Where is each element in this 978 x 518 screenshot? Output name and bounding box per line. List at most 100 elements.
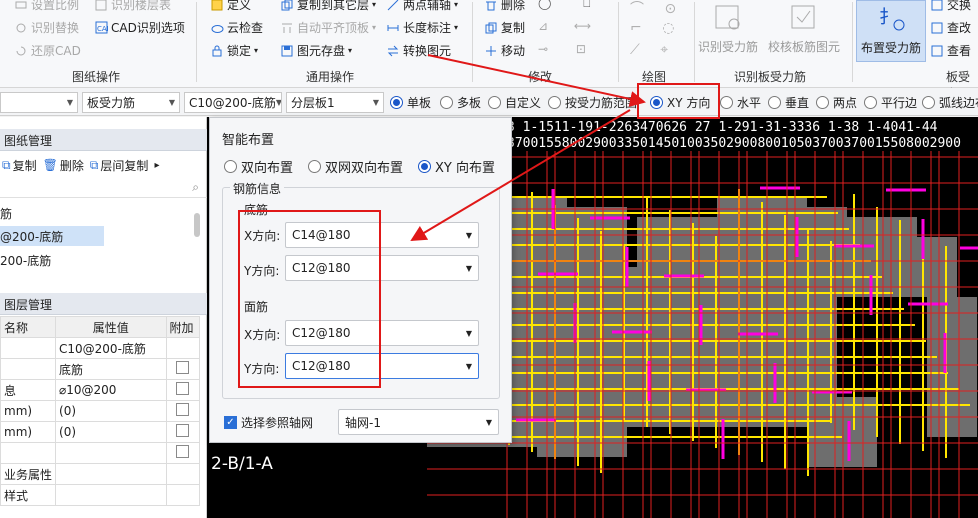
identify-rebar-icon — [710, 0, 746, 34]
interlayer-copy-button[interactable]: ⧉ 层间复制 — [90, 157, 149, 174]
restore-cad-button[interactable]: 还原CAD — [14, 42, 81, 59]
radio-indicator — [308, 160, 321, 173]
radio-custom[interactable]: 自定义 — [488, 94, 541, 111]
lock-button[interactable]: 锁定 ▾ — [210, 42, 258, 59]
swap-rebar-button[interactable]: 交换 — [930, 0, 971, 13]
tree-item-selected[interactable]: @200-底筋 — [0, 226, 104, 246]
slab-layer-select[interactable]: 分层板1 ▼ — [286, 92, 384, 113]
radio-bidirectional[interactable]: 双向布置 — [224, 157, 293, 176]
ribbon-divider — [852, 2, 853, 82]
copy-drawing-button[interactable]: ⧉ 复制 — [2, 157, 37, 174]
radio-multi-slab[interactable]: 多板 — [440, 94, 481, 111]
copy-to-other-layer-button[interactable]: 复制到其它层 ▾ — [280, 0, 376, 13]
chevron-down-icon: ▼ — [465, 230, 472, 240]
ribbon-divider — [472, 2, 473, 82]
view-icon — [930, 44, 944, 58]
checkbox[interactable] — [176, 361, 190, 374]
checkbox[interactable] — [176, 403, 190, 416]
property-toolbar: ▼ 板受力筋 ▼ C10@200-底筋 ▼ 分层板1 ▼ 单板 多板 自定义 按受力筋… — [0, 88, 978, 116]
move-button[interactable]: 移动 — [484, 42, 525, 59]
more-icon[interactable]: ▸ — [154, 160, 159, 171]
draw-tools[interactable]: ⌒ ⊙ — [630, 0, 676, 18]
tree-item[interactable]: 筋 — [0, 203, 12, 223]
table-row[interactable]: mm) (0) — [0, 400, 201, 422]
table-row[interactable]: 底筋 — [0, 358, 201, 380]
table-row[interactable] — [0, 442, 201, 464]
lock-icon — [210, 44, 224, 58]
ribbon-divider — [196, 2, 197, 82]
annotation-box-xy-direction — [637, 83, 720, 119]
element-type-select[interactable]: 板受力筋 ▼ — [82, 92, 180, 113]
convert-element-button[interactable]: 转换图元 — [386, 42, 451, 59]
identify-rebar-button[interactable]: 识别受力筋 — [696, 0, 760, 55]
table-row[interactable]: mm) (0) — [0, 421, 201, 443]
svg-text:CAD: CAD — [97, 25, 108, 33]
checkbox[interactable] — [176, 382, 190, 395]
ref-axis-select[interactable]: 轴网-1 ▼ — [338, 409, 499, 435]
ref-axis-checkbox[interactable]: ✓ 选择参照轴网 — [224, 414, 313, 431]
radio-two-point[interactable]: 两点 — [816, 94, 857, 111]
checkbox[interactable] — [176, 445, 190, 458]
identify-replace-button[interactable]: 识别替换 — [14, 19, 79, 36]
radio-vertical[interactable]: 垂直 — [768, 94, 809, 111]
align-icon — [280, 21, 294, 35]
save-element-button[interactable]: 图元存盘 ▾ — [280, 42, 352, 59]
length-dimension-button[interactable]: 长度标注 ▾ — [386, 19, 458, 36]
table-row[interactable]: 样式 — [0, 484, 201, 506]
left-panel: 图纸管理 ⧉ 复制 🗑 删除 ⧉ 层间复制 ▸ ⌕ 筋 @200-底筋 200-底筋 … — [0, 117, 207, 518]
cloud-check-button[interactable]: 云检查 — [210, 19, 263, 36]
slab-region — [897, 237, 957, 297]
radio-indicator — [720, 96, 733, 109]
group-label-identify-rebar: 识别板受力筋 — [734, 70, 807, 84]
element-name-select[interactable]: C10@200-底筋 ▼ — [184, 92, 282, 113]
radio-parallel-edge[interactable]: 平行边 — [864, 94, 917, 111]
radio-indicator — [864, 96, 877, 109]
view-rebar-button[interactable]: 查看 — [930, 42, 971, 59]
auto-align-top-button[interactable]: 自动平齐顶板 ▾ — [280, 19, 376, 36]
verify-rebar-icon — [786, 0, 822, 34]
copy-button[interactable]: 复制 — [484, 19, 525, 36]
radio-single-slab[interactable]: 单板 — [390, 94, 431, 111]
axis-labels: 3 1-1511-191-2263470626 27 1-291-31-3336… — [507, 120, 938, 135]
verify-rebar-button[interactable]: 校核板筋图元 — [764, 0, 844, 55]
radio-xy-layout[interactable]: XY 向布置 — [418, 157, 495, 176]
identify-floor-table-button[interactable]: 识别楼层表 — [94, 0, 171, 13]
cad-options-button[interactable]: CAD CAD识别选项 — [94, 19, 185, 36]
draw-tools-3[interactable]: ⟋ ⌖ — [630, 42, 668, 58]
chevron-down-icon: ▾ — [254, 46, 259, 55]
chevron-down-icon: ▼ — [66, 98, 73, 107]
radio-double-net[interactable]: 双网双向布置 — [308, 157, 403, 176]
edit-rebar-button[interactable]: 查改 — [930, 19, 971, 36]
layer-select[interactable]: ▼ — [0, 92, 78, 113]
tree-search[interactable]: ⌕ — [0, 178, 207, 198]
delete-drawing-button[interactable]: 🗑 删除 — [43, 157, 84, 174]
table-row[interactable]: C10@200-底筋 — [0, 337, 201, 359]
modify-tool-icons[interactable]: ◯ ⎕ — [538, 0, 590, 11]
two-point-axis-button[interactable]: 两点辅轴 ▾ — [386, 0, 458, 13]
draw-tools-2[interactable]: ⌐ ◌ — [630, 20, 674, 36]
radio-by-rebar-range[interactable]: 按受力筋范围 — [548, 94, 637, 111]
chevron-down-icon: ▼ — [465, 361, 472, 371]
modify-tool-icons-3[interactable]: ⊸ ⊡ — [538, 42, 586, 56]
layout-rebar-button[interactable]: 扌 布置受力筋 — [856, 0, 926, 62]
radio-indicator — [390, 96, 403, 109]
radio-horizontal[interactable]: 水平 — [720, 94, 761, 111]
set-scale-button[interactable]: 设置比例 — [14, 0, 79, 13]
property-table: 名称 属性值 附加 C10@200-底筋 底筋 息 ⌀10@200 mm) (0) … — [0, 316, 201, 506]
save-icon — [280, 44, 294, 58]
table-row[interactable]: 业务属性 — [0, 463, 201, 485]
table-row[interactable]: 息 ⌀10@200 — [0, 379, 201, 401]
cloud-icon — [210, 21, 224, 35]
define-button[interactable]: 定义 — [210, 0, 251, 13]
swap-icon — [930, 0, 944, 12]
search-icon: ⌕ — [192, 180, 199, 194]
checkbox[interactable] — [176, 424, 190, 437]
tree-item[interactable]: 200-底筋 — [0, 250, 51, 270]
chevron-down-icon: ▼ — [275, 98, 282, 107]
copy-icon — [484, 21, 498, 35]
modify-tool-icons-2[interactable]: ⊿ ⟷ — [538, 19, 591, 33]
delete-button[interactable]: 删除 — [484, 0, 525, 13]
trash-icon — [484, 0, 498, 12]
radio-arc-edge[interactable]: 弧线边布 — [922, 94, 978, 111]
tree-scrollbar[interactable] — [194, 213, 200, 237]
